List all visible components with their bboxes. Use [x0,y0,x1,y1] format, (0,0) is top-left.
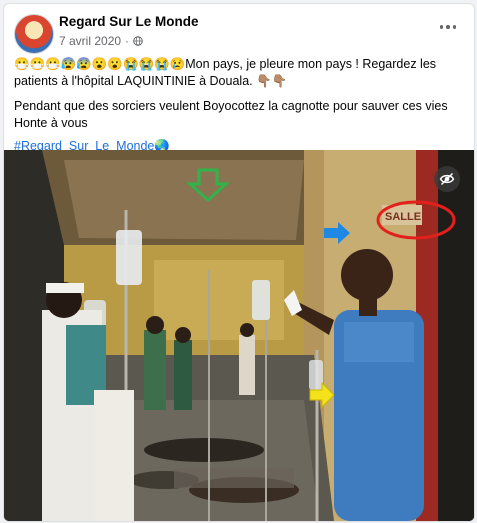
post-meta: 7 avril 2020 · [59,34,143,48]
post-paragraph-1: 😷😷😷😰😰😮😮😭😭😭😢Mon pays, je pleure mon pays … [14,57,437,88]
post-header: Regard Sur Le Monde 7 avril 2020 · [4,4,474,54]
post-text: 😷😷😷😰😰😮😮😭😭😭😢Mon pays, je pleure mon pays … [14,56,466,155]
page-avatar[interactable] [14,14,54,54]
post-paragraph-2-line-2: Honte à vous [14,116,88,130]
hospital-photo: SALLE [4,150,474,521]
hide-photo-button[interactable] [434,166,460,192]
post-card: Regard Sur Le Monde 7 avril 2020 · 😷😷😷😰😰… [3,3,475,522]
meta-separator: · [125,34,130,48]
wall-sign-text: SALLE [385,211,421,223]
more-horizontal-icon [439,25,444,29]
globe-icon [133,36,143,46]
page-name-link[interactable]: Regard Sur Le Monde [59,14,199,29]
post-photo[interactable]: SALLE [4,150,474,521]
more-dot [446,25,450,29]
post-date[interactable]: 7 avril 2020 [59,34,121,48]
post-paragraph-2-line-1: Pendant que des sorciers veulent Boyocot… [14,99,448,113]
more-options-button[interactable] [436,18,460,36]
more-dot [452,25,457,29]
eye-slash-icon [439,172,455,186]
